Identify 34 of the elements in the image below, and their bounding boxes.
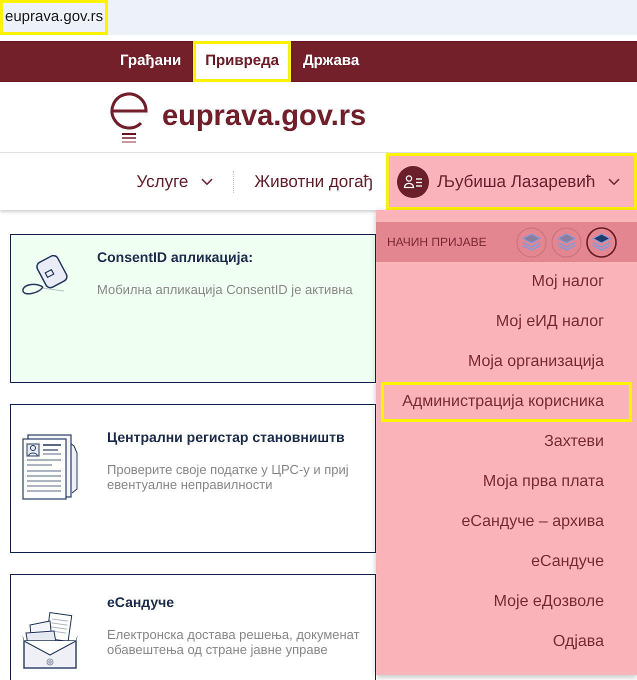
card-title: еСандуче xyxy=(107,594,176,610)
audience-tab[interactable]: Привреда xyxy=(193,41,291,82)
chevron-down-icon xyxy=(608,178,620,186)
audience-tab[interactable]: Држава xyxy=(291,41,372,82)
menu-item[interactable]: еСандуче – архива xyxy=(381,502,632,542)
service-card[interactable]: еСандуче Електронска достава решења, докуменат обавештења од стране јавне управе xyxy=(10,574,376,680)
chevron-down-icon xyxy=(201,178,214,186)
menu-item[interactable]: Мој налог xyxy=(381,262,632,302)
logo-text[interactable]: euprava.gov.rs xyxy=(162,95,366,139)
nav-link[interactable]: Животни догађ xyxy=(254,153,373,210)
card-title: ConsentID апликација: xyxy=(97,249,254,265)
menu-item[interactable]: Мој еИД налог xyxy=(381,302,632,342)
menu-item[interactable]: еСандуче xyxy=(381,542,632,582)
menu-item[interactable]: Одјава xyxy=(381,622,632,662)
logo-bulb-icon[interactable] xyxy=(108,90,150,144)
url-field[interactable]: euprava.gov.rs xyxy=(0,0,108,35)
card-description: Проверите своје податке у ЦРС-у и приј евентуалне неправилности xyxy=(107,462,349,492)
menu-item[interactable]: Моје еДозволе xyxy=(381,582,632,622)
user-avatar-icon xyxy=(397,166,429,198)
user-menu-button[interactable]: Љубиша Лазаревић xyxy=(386,153,637,210)
audience-tab[interactable]: Грађани xyxy=(108,41,194,82)
login-method-label: НАЧИН ПРИЈАВЕ xyxy=(387,234,487,251)
menu-item[interactable]: Моја организација xyxy=(381,342,632,382)
service-card[interactable]: Централни регистар становништв Проверите своје податке у ЦРС-у и приј евентуалне неправилности xyxy=(10,404,376,553)
services-menu[interactable]: Услуге xyxy=(136,153,214,210)
card-description: Мобилна апликација ConsentID је активна xyxy=(97,282,353,297)
menu-item[interactable]: Моја прва плата xyxy=(381,462,632,502)
service-card[interactable]: ConsentID апликација: Мобилна апликација ConsentID је активна xyxy=(10,234,376,383)
menu-item[interactable]: Администрација корисника xyxy=(381,382,632,422)
mailbox-icon xyxy=(20,611,80,671)
card-title: Централни регистар становништв xyxy=(107,429,346,445)
menu-item[interactable]: Захтеви xyxy=(381,422,632,462)
layers-icon[interactable] xyxy=(586,226,617,258)
card-description: Електронска достава решења, докуменат обавештења од стране јавне управе xyxy=(107,627,360,657)
